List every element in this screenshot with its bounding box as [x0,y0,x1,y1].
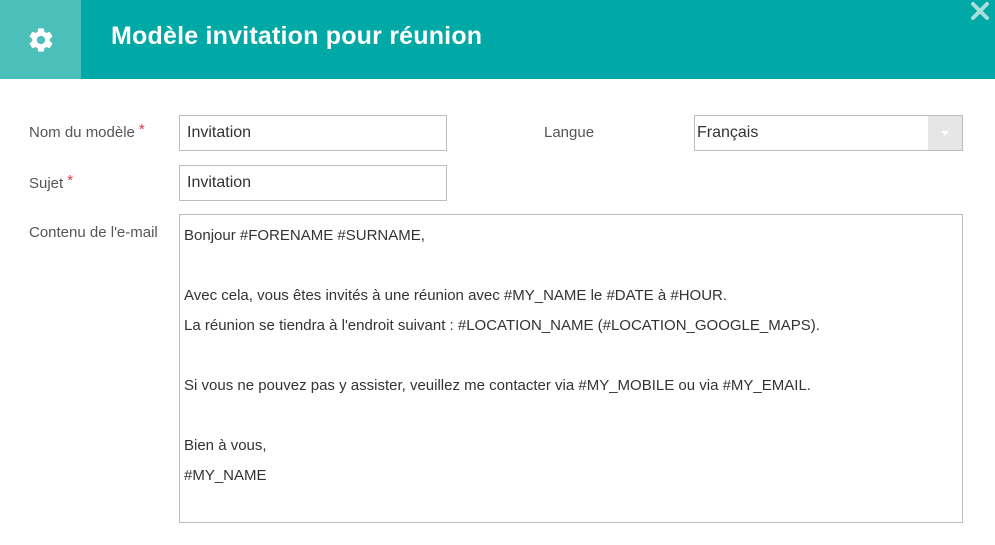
language-selected-value: Français [697,124,759,141]
content-line: Avec cela, vous êtes invités à une réuni… [184,287,728,304]
content-line [184,256,958,286]
required-marker: * [138,121,145,138]
name-label: Nom du modèle * [29,121,145,141]
dialog-title: Modèle invitation pour réunion [111,22,483,50]
subject-input[interactable] [179,165,447,201]
content-line: Si vous ne pouvez pas y assister, veuill… [184,377,811,394]
gear-icon [29,27,52,52]
chevron-down-icon [941,131,949,136]
content-line: Bien à vous, [184,437,267,454]
close-icon [971,2,989,20]
content-line: La réunion se tiendra à l'endroit suivan… [184,317,820,334]
template-name-input[interactable] [179,115,447,151]
required-marker: * [67,172,74,189]
subject-label-text: Sujet [29,175,64,192]
language-dropdown-toggle[interactable] [928,116,962,150]
content-line: #MY_NAME [184,467,267,484]
language-select[interactable]: Français [694,115,963,151]
dialog-header: Modèle invitation pour réunion [0,0,995,79]
content-label: Contenu de l'e-mail [29,224,158,241]
email-content-textarea[interactable]: Bonjour #FORENAME #SURNAME, Avec cela, v… [179,214,963,523]
subject-label: Sujet * [29,172,74,192]
content-line: Bonjour #FORENAME #SURNAME, [184,227,425,244]
content-line [184,346,958,376]
close-button[interactable] [968,0,992,24]
name-label-text: Nom du modèle [29,124,135,141]
content-line [184,406,958,436]
language-label: Langue [544,124,595,141]
settings-button[interactable] [0,0,81,79]
